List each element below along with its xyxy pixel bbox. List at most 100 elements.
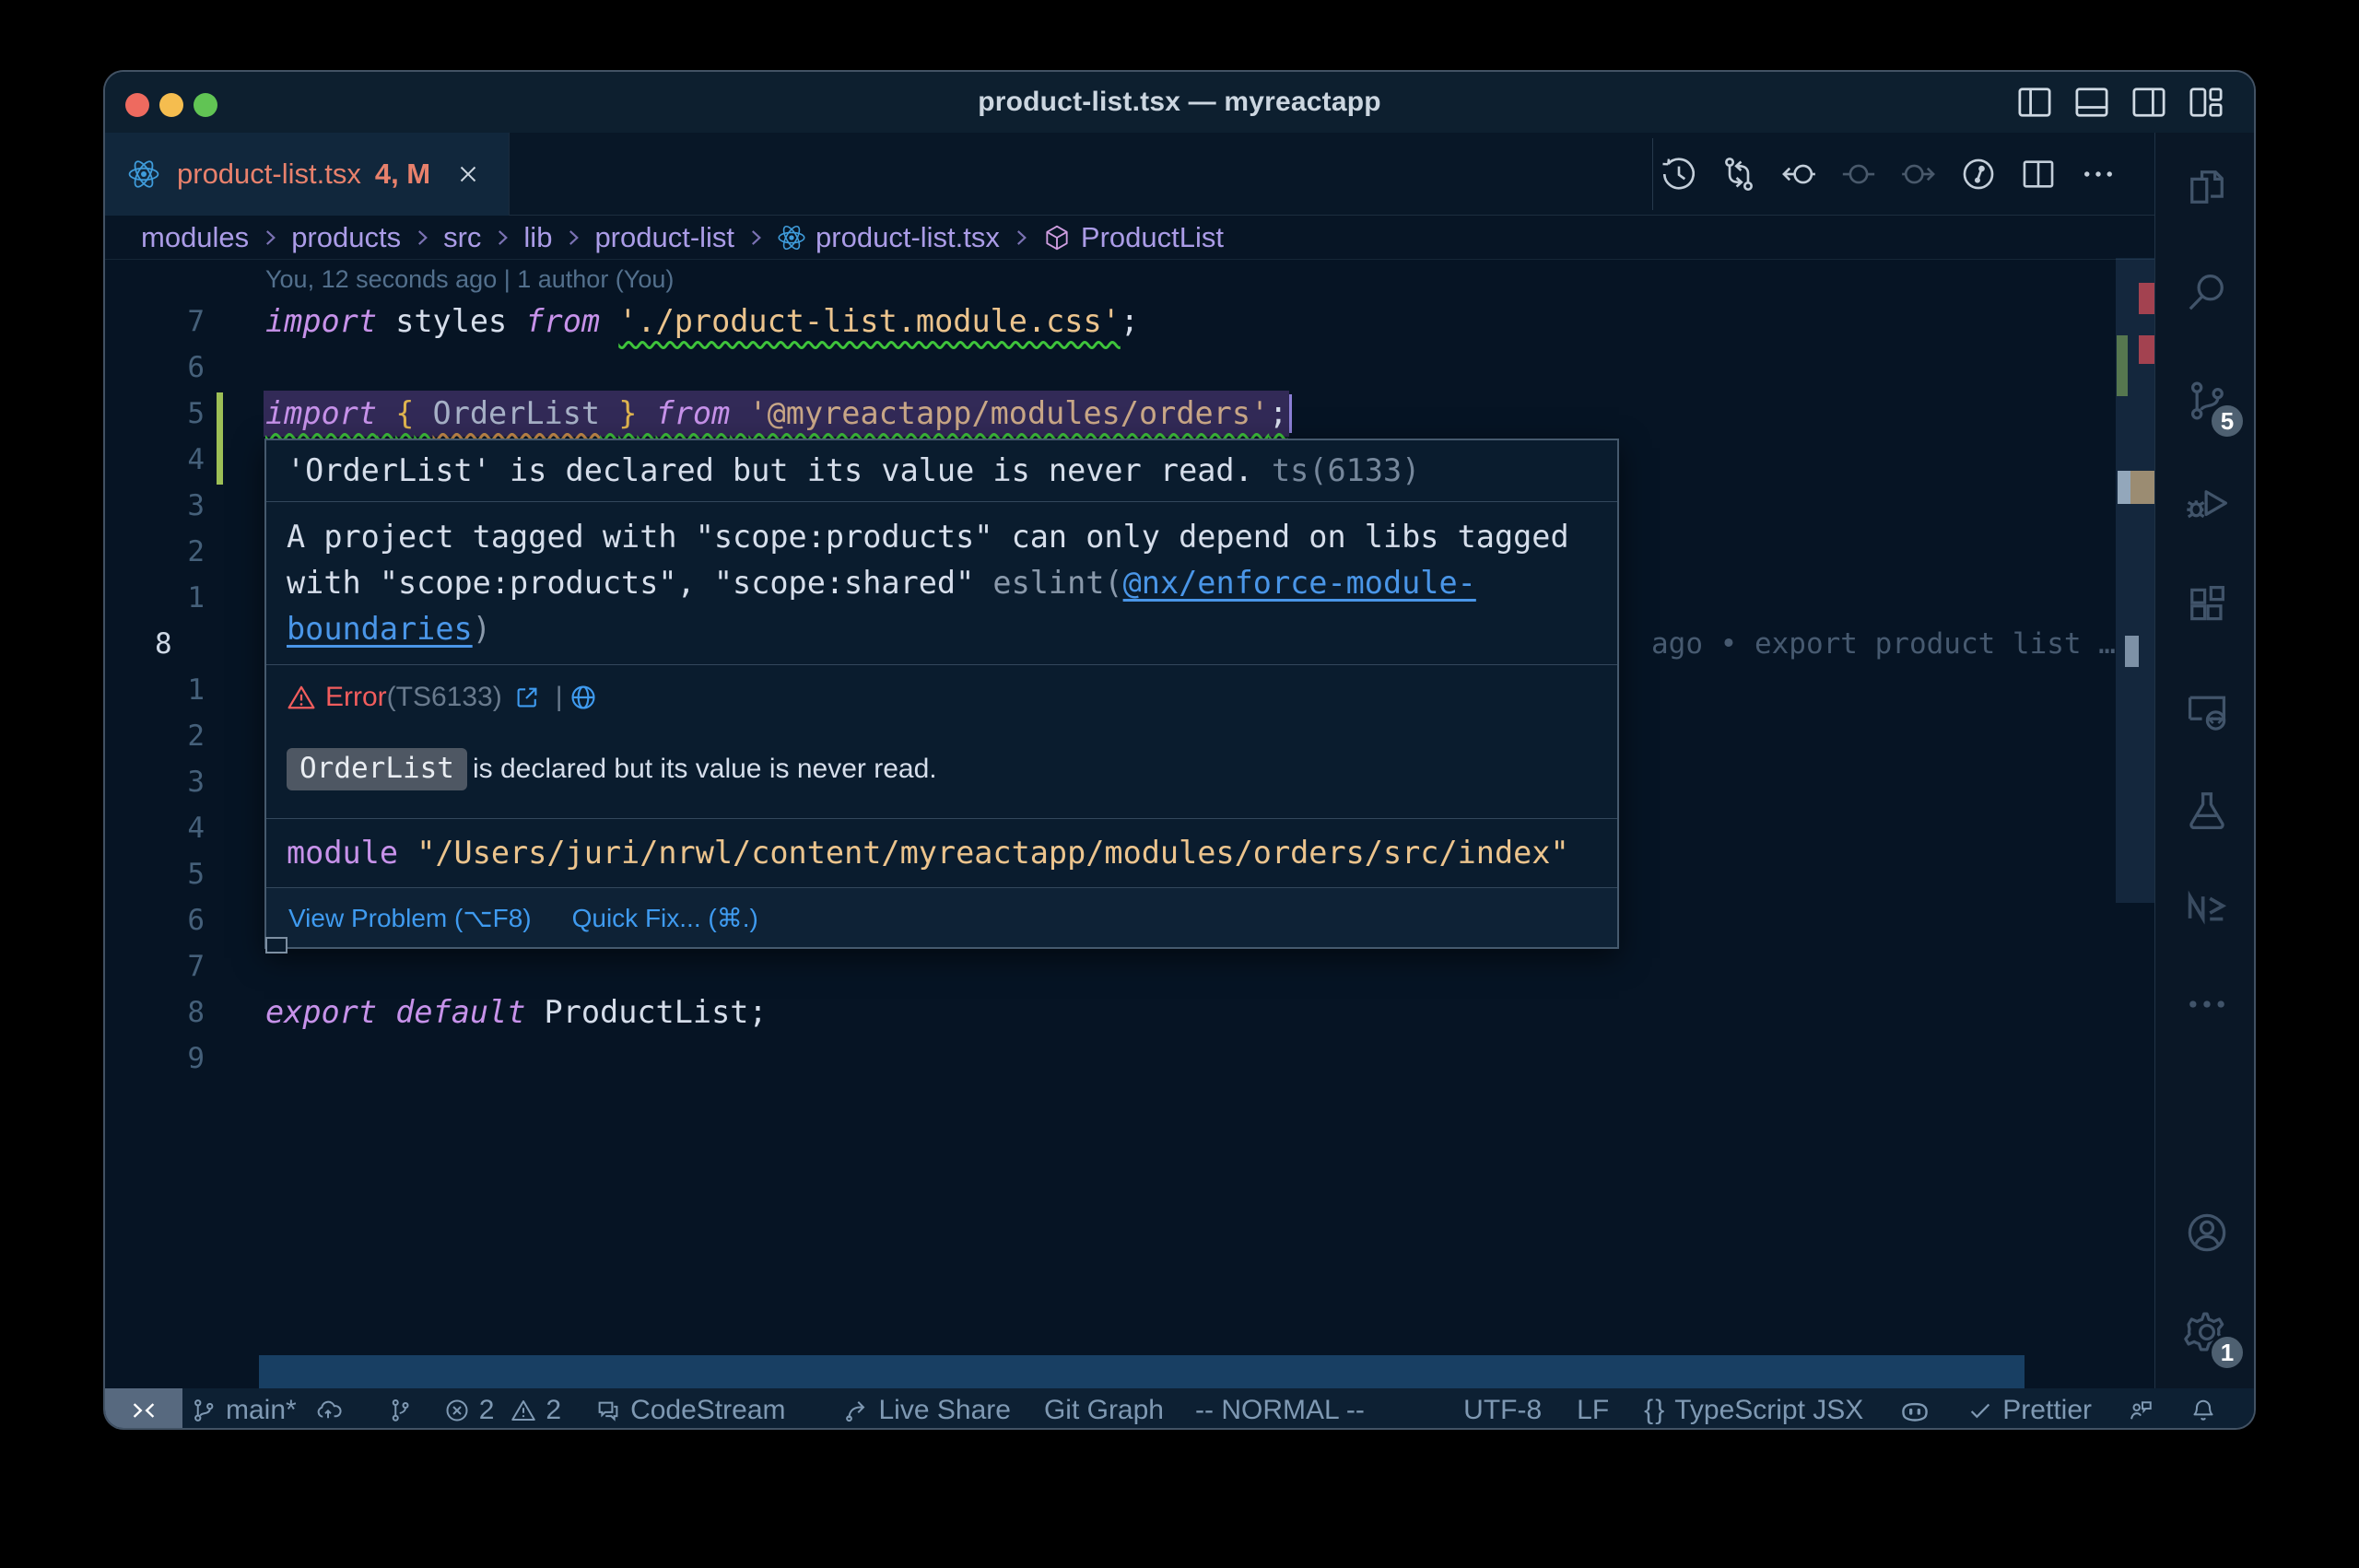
minimap-mark <box>2139 283 2154 314</box>
code-token <box>600 303 618 339</box>
timeline-history-icon[interactable] <box>1660 155 1698 193</box>
line-content[interactable]: export default ProductList; <box>265 989 768 1036</box>
git-commit-icon <box>386 1397 414 1424</box>
line-number: 4 <box>105 805 205 851</box>
line-number: 8 <box>105 621 205 667</box>
customize-layout-icon[interactable] <box>2186 82 2226 123</box>
breadcrumb-item-lib[interactable]: lib <box>523 221 552 254</box>
activity-source-control[interactable]: 5 <box>2155 357 2256 445</box>
view-problem-action[interactable]: View Problem (⌥F8) <box>288 903 532 933</box>
notifications-status[interactable] <box>2189 1397 2217 1424</box>
breadcrumb-item-symbol[interactable]: ProductList <box>1081 221 1224 254</box>
activity-more[interactable] <box>2155 960 2256 1048</box>
breadcrumb: modules products src lib product-list pr… <box>105 216 2154 260</box>
open-external-icon[interactable] <box>513 684 541 711</box>
toggle-panel-right-icon[interactable] <box>2129 82 2169 123</box>
react-icon <box>127 158 160 191</box>
code-token <box>507 303 525 339</box>
editor-actions <box>1660 133 2118 216</box>
run-debug-icon <box>2183 478 2231 526</box>
breadcrumb-item-file[interactable]: product-list.tsx <box>816 221 1000 254</box>
git-compare-status[interactable] <box>386 1397 414 1424</box>
language-status[interactable]: {} TypeScript JSX <box>1644 1395 1863 1426</box>
titlebar[interactable]: product-list.tsx — myreactapp <box>105 72 2254 133</box>
gitlens-codelens[interactable]: You, 12 seconds ago | 1 author (You) <box>265 260 674 298</box>
gitlens-graph-icon[interactable] <box>1959 155 1998 193</box>
code-line[interactable]: 8 export default ProductList; <box>105 989 2154 1036</box>
braces-icon: {} <box>1644 1395 1666 1426</box>
line-number: 2 <box>105 529 205 575</box>
eol-status[interactable]: LF <box>1577 1395 1609 1426</box>
code-token: '@myreactapp/modules/orders' <box>748 395 1269 431</box>
activity-testing[interactable] <box>2155 766 2256 855</box>
copilot-status[interactable] <box>1898 1394 1931 1427</box>
activity-remote-explorer[interactable] <box>2155 667 2256 755</box>
hover-resize-grip[interactable] <box>265 937 288 954</box>
line-number: 5 <box>105 391 205 437</box>
activity-run-debug[interactable] <box>2155 458 2256 546</box>
line-number: 7 <box>105 298 205 345</box>
quick-fix-action[interactable]: Quick Fix... (⌘.) <box>572 903 758 933</box>
line-number: 9 <box>105 1036 205 1082</box>
more-actions-icon[interactable] <box>2079 155 2118 193</box>
code-line[interactable]: 5 import { OrderList } from '@myreactapp/… <box>105 391 2154 437</box>
breadcrumb-item-src[interactable]: src <box>443 221 481 254</box>
branch-status[interactable]: main* <box>190 1395 342 1426</box>
codestream-status[interactable]: CodeStream <box>594 1395 785 1426</box>
activity-search[interactable] <box>2155 248 2256 336</box>
line-content[interactable]: import { OrderList } from '@myreactapp/m… <box>265 391 1289 437</box>
inline-blame: ago • export product list … <box>1651 621 2116 667</box>
globe-icon[interactable] <box>569 683 598 712</box>
close-tab-icon[interactable] <box>454 160 482 188</box>
more-icon <box>2183 980 2231 1028</box>
next-change-icon[interactable] <box>1899 155 1938 193</box>
hover-diagnostic: 'OrderList' is declared but its value is… <box>266 440 1617 501</box>
window-title: product-list.tsx — myreactapp <box>105 72 2254 133</box>
line-number: 8 <box>105 989 205 1036</box>
code-token <box>600 395 618 431</box>
code-token: ; <box>1121 303 1139 339</box>
code-line[interactable]: 7 import styles from './product-list.modu… <box>105 298 2154 345</box>
activity-manage[interactable]: 1 <box>2155 1288 2256 1376</box>
minimap-mark <box>2117 335 2128 396</box>
problems-status[interactable]: 2 2 <box>443 1395 561 1426</box>
search-icon <box>2183 268 2231 316</box>
code-line[interactable]: 9 <box>105 1036 2154 1082</box>
editor[interactable]: You, 12 seconds ago | 1 author (You) 7 im… <box>105 260 2154 1388</box>
vim-mode-status[interactable]: -- NORMAL -- <box>1195 1395 1365 1426</box>
hover-module-row: module "/Users/juri/nrwl/content/myreact… <box>266 819 1617 887</box>
change-disabled-icon[interactable] <box>1839 155 1878 193</box>
hover-status-section: Error(TS6133) | OrderList is declared bu… <box>266 665 1617 818</box>
code-token: import <box>265 303 377 339</box>
toggle-panel-left-icon[interactable] <box>2014 82 2055 123</box>
feedback-status[interactable] <box>2127 1397 2154 1424</box>
git-graph-status[interactable]: Git Graph <box>1044 1395 1164 1426</box>
breadcrumb-item-product-list[interactable]: product-list <box>594 221 734 254</box>
encoding-status[interactable]: UTF-8 <box>1463 1395 1542 1426</box>
git-compare-icon[interactable] <box>1719 155 1758 193</box>
formatter-status[interactable]: Prettier <box>1966 1395 2092 1426</box>
activity-extensions[interactable] <box>2155 560 2256 649</box>
remote-indicator[interactable] <box>105 1388 182 1430</box>
activity-bar: 5 1 <box>2154 133 2256 1388</box>
activity-explorer[interactable] <box>2155 143 2256 231</box>
status-bar-right: UTF-8 LF {} TypeScript JSX Prettier <box>1428 1394 2217 1427</box>
code-line[interactable]: 6 <box>105 345 2154 391</box>
activity-nx-console[interactable] <box>2155 863 2256 952</box>
line-number: 4 <box>105 437 205 483</box>
live-share-status[interactable]: Live Share <box>843 1395 1011 1426</box>
breadcrumb-item-products[interactable]: products <box>291 221 401 254</box>
line-number: 6 <box>105 897 205 943</box>
previous-change-icon[interactable] <box>1779 155 1818 193</box>
activity-account[interactable] <box>2155 1188 2256 1277</box>
chevron-right-icon <box>561 226 585 250</box>
breadcrumb-item-modules[interactable]: modules <box>141 221 249 254</box>
tab-product-list[interactable]: product-list.tsx 4, M <box>105 133 510 216</box>
line-content[interactable]: import styles from './product-list.modul… <box>265 298 1139 345</box>
tab-label: product-list.tsx <box>177 158 361 191</box>
toggle-panel-bottom-icon[interactable] <box>2071 82 2112 123</box>
code-line[interactable]: 7 <box>105 943 2154 989</box>
split-editor-icon[interactable] <box>2019 155 2058 193</box>
horizontal-scrollbar[interactable] <box>259 1355 2025 1388</box>
beaker-icon <box>2183 787 2231 835</box>
